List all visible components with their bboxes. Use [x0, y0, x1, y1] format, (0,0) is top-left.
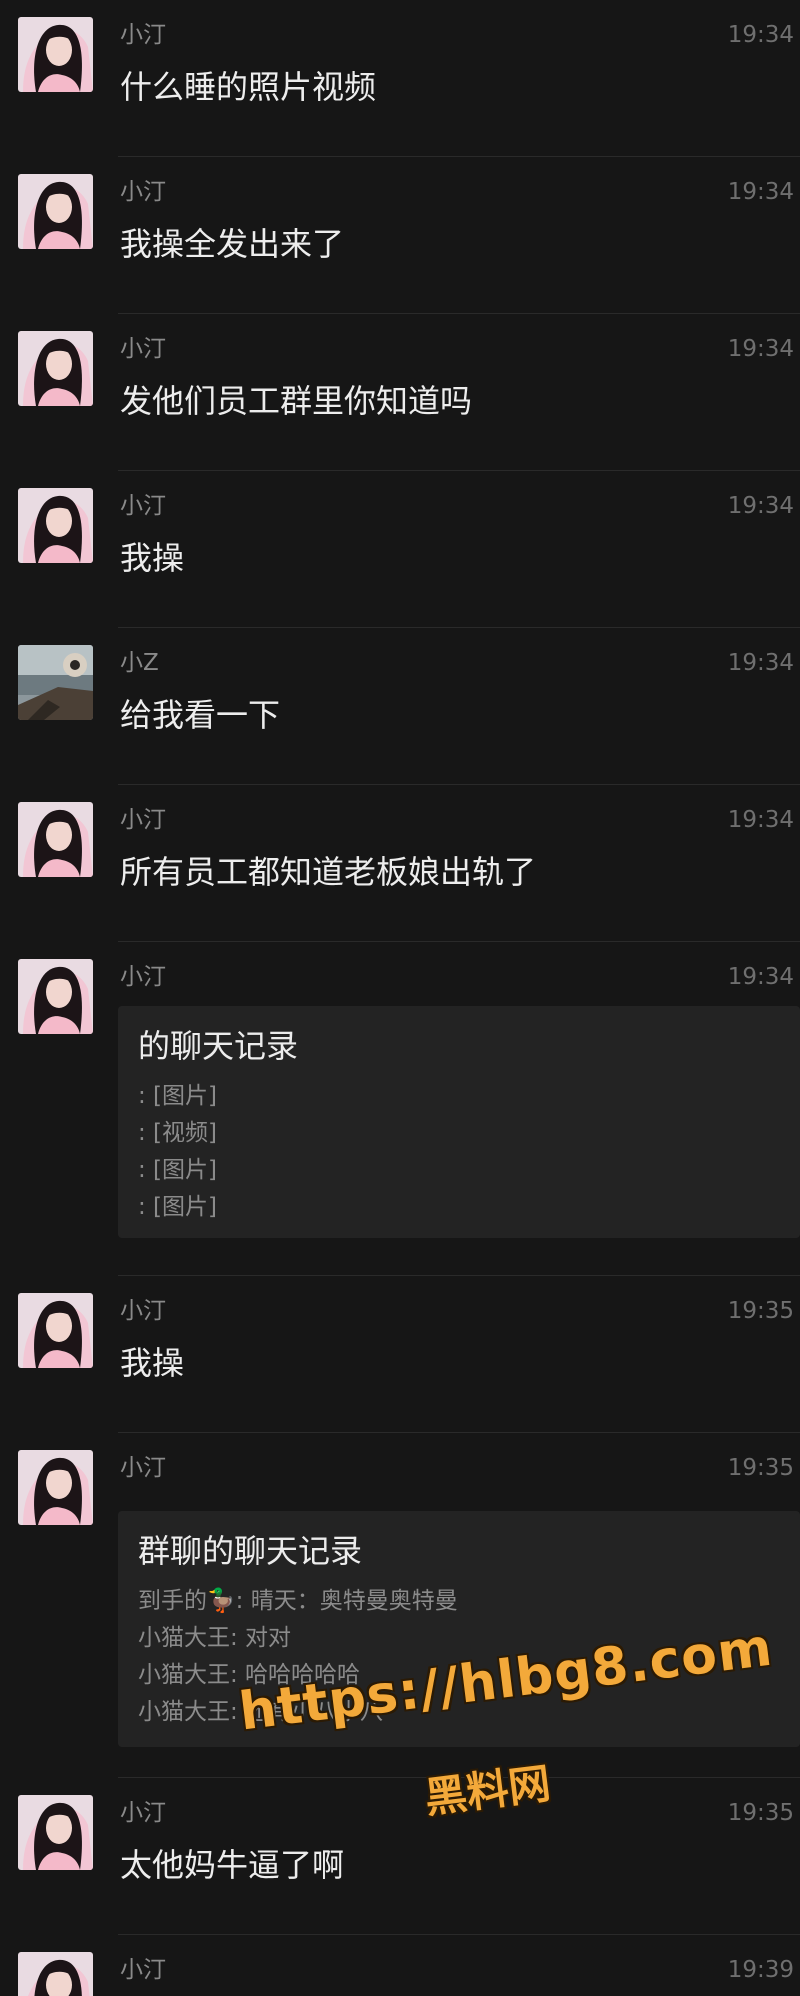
card-title: 群聊的聊天记录: [138, 1532, 363, 1570]
message-item[interactable]: 小汀 19:34 发他们员工群里你知道吗: [0, 314, 800, 471]
card-preview-lines: : [图片] : [视频] : [图片] : [图片]: [138, 1078, 217, 1226]
girl-avatar[interactable]: [18, 1293, 93, 1368]
girl-avatar[interactable]: [18, 488, 93, 563]
message-text[interactable]: 我操: [120, 1343, 184, 1383]
card-preview-line: 小猫大王: 哈哈哈哈哈: [138, 1662, 361, 1688]
sender-name: 小汀: [120, 1455, 166, 1481]
message-text[interactable]: 给我看一下: [120, 695, 280, 735]
message-time: 19:39: [727, 1957, 794, 1983]
message-text[interactable]: 什么睡的照片视频: [120, 67, 376, 107]
message-time: 19:34: [727, 964, 794, 990]
card-preview-line: 小猫大王: 还有小八小八: [138, 1699, 384, 1725]
sender-name: 小汀: [120, 493, 166, 519]
girl-avatar[interactable]: [18, 1952, 93, 1996]
sender-name: 小汀: [120, 1800, 166, 1826]
girl-avatar[interactable]: [18, 959, 93, 1034]
sender-name: 小汀: [120, 964, 166, 990]
sender-name: 小汀: [120, 22, 166, 48]
message-time: 19:34: [727, 650, 794, 676]
chat-record-card[interactable]: 的聊天记录 : [图片] : [视频] : [图片] : [图片]: [118, 1006, 800, 1238]
card-preview-line: 到手的🦆: 晴天：奥特曼奥特曼: [138, 1588, 458, 1614]
sender-name: 小汀: [120, 336, 166, 362]
window-avatar[interactable]: [18, 645, 93, 720]
message-time: 19:34: [727, 493, 794, 519]
card-preview-line: 小猫大王: 对对: [138, 1625, 292, 1651]
message-item[interactable]: 小汀 19:39: [0, 1935, 800, 1996]
card-preview-line: : [图片]: [138, 1194, 218, 1220]
message-time: 19:35: [727, 1455, 794, 1481]
message-item[interactable]: 小Z 19:34 给我看一下: [0, 628, 800, 785]
message-time: 19:34: [727, 336, 794, 362]
card-preview-line: : [视频]: [138, 1120, 218, 1146]
message-item[interactable]: 小汀 19:34 所有员工都知道老板娘出轨了: [0, 785, 800, 942]
message-item[interactable]: 小汀 19:34 的聊天记录 : [图片] : [视频] : [图片] : [图…: [0, 942, 800, 1276]
message-time: 19:34: [727, 179, 794, 205]
message-text[interactable]: 我操全发出来了: [120, 224, 344, 264]
message-item[interactable]: 小汀 19:34 我操: [0, 471, 800, 628]
card-title: 的聊天记录: [138, 1027, 299, 1065]
message-item[interactable]: 小汀 19:34 我操全发出来了: [0, 157, 800, 314]
message-time: 19:35: [727, 1298, 794, 1324]
chat-record-card[interactable]: 群聊的聊天记录 到手的🦆: 晴天：奥特曼奥特曼 小猫大王: 对对 小猫大王: 哈…: [118, 1511, 800, 1747]
girl-avatar[interactable]: [18, 802, 93, 877]
girl-avatar[interactable]: [18, 174, 93, 249]
message-text[interactable]: 太他妈牛逼了啊: [120, 1845, 344, 1885]
message-item[interactable]: 小汀 19:35 群聊的聊天记录 到手的🦆: 晴天：奥特曼奥特曼 小猫大王: 对…: [0, 1433, 800, 1778]
sender-name: 小汀: [120, 1957, 166, 1983]
message-item[interactable]: 小汀 19:35 我操: [0, 1276, 800, 1433]
girl-avatar[interactable]: [18, 1795, 93, 1870]
message-text[interactable]: 发他们员工群里你知道吗: [120, 381, 472, 421]
girl-avatar[interactable]: [18, 1450, 93, 1525]
sender-name: 小汀: [120, 179, 166, 205]
message-text[interactable]: 所有员工都知道老板娘出轨了: [120, 852, 536, 892]
sender-name: 小汀: [120, 807, 166, 833]
card-preview-line: : [图片]: [138, 1083, 218, 1109]
sender-name: 小Z: [120, 650, 159, 676]
message-time: 19:34: [727, 807, 794, 833]
message-item[interactable]: 小汀 19:35 太他妈牛逼了啊: [0, 1778, 800, 1935]
girl-avatar[interactable]: [18, 331, 93, 406]
card-preview-line: : [图片]: [138, 1157, 218, 1183]
message-time: 19:34: [727, 22, 794, 48]
card-preview-lines: 到手的🦆: 晴天：奥特曼奥特曼 小猫大王: 对对 小猫大王: 哈哈哈哈哈 小猫大…: [138, 1583, 458, 1731]
girl-avatar[interactable]: [18, 17, 93, 92]
message-text[interactable]: 我操: [120, 538, 184, 578]
sender-name: 小汀: [120, 1298, 166, 1324]
message-item[interactable]: 小汀 19:34 什么睡的照片视频: [0, 0, 800, 157]
message-time: 19:35: [727, 1800, 794, 1826]
